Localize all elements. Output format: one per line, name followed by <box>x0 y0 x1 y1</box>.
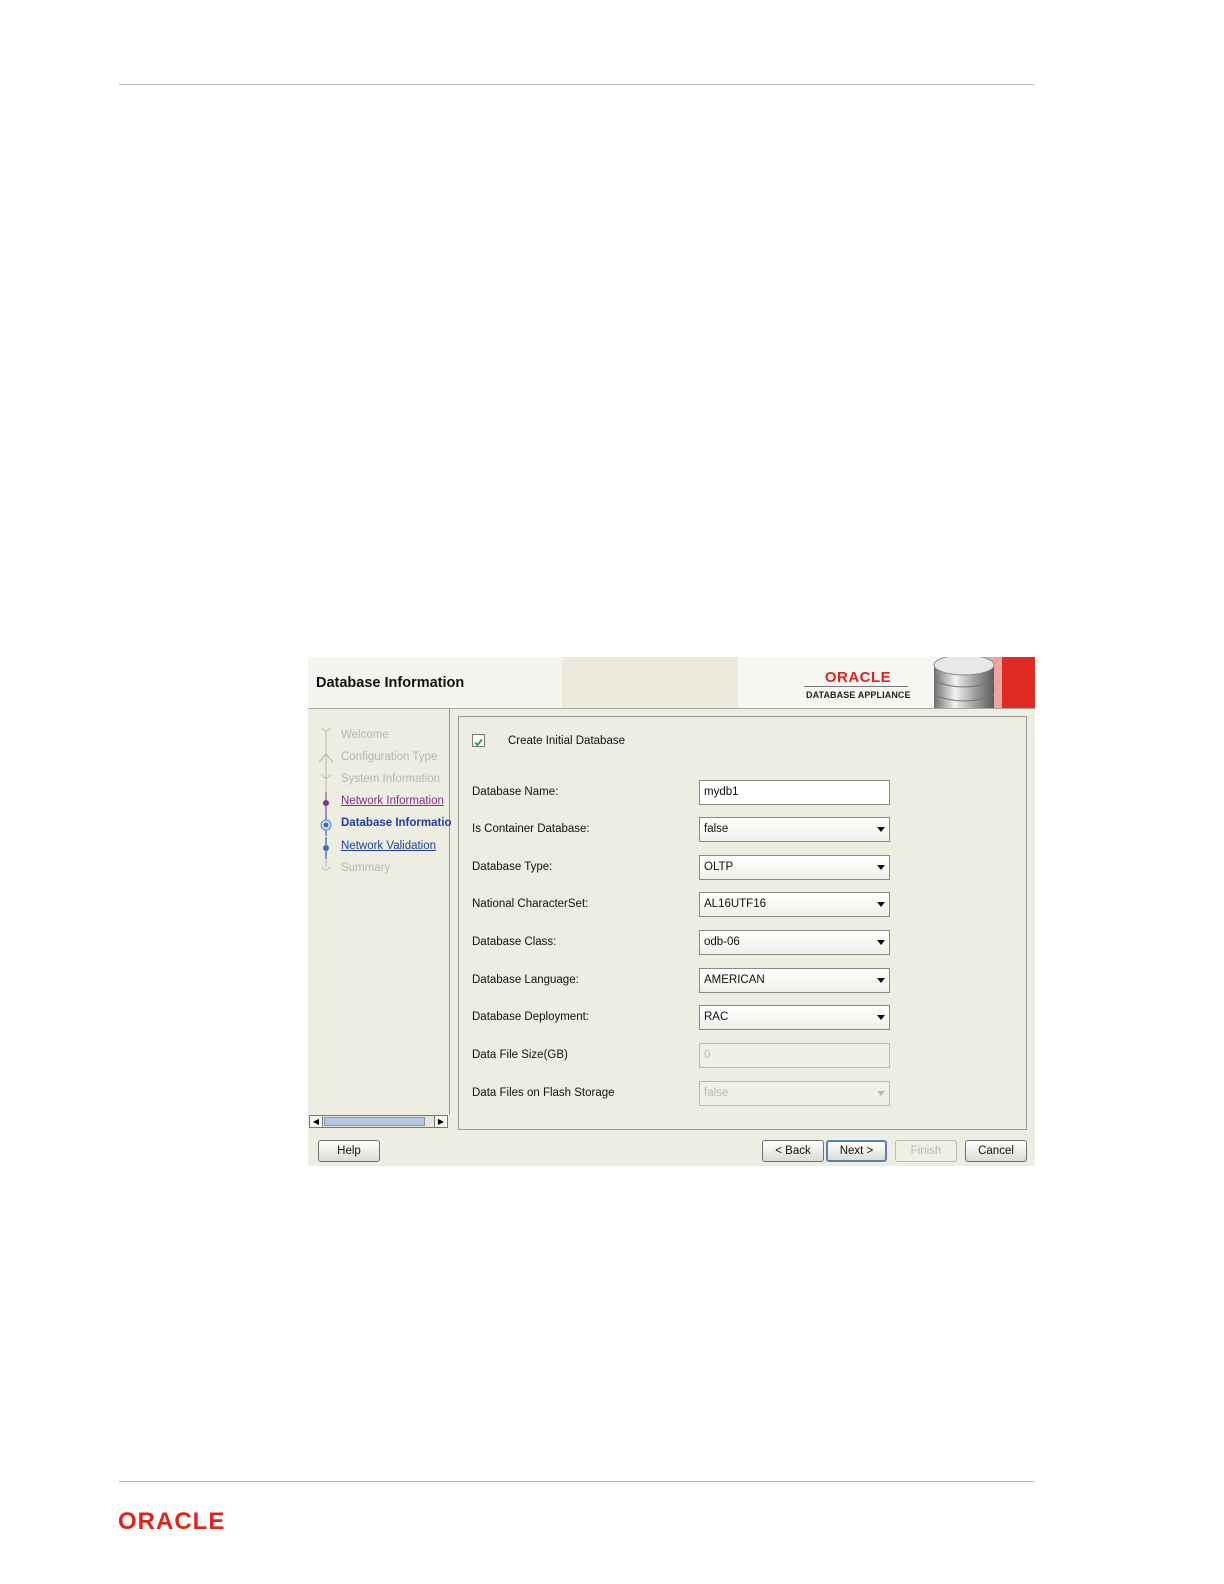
data-files-on-flash-label: Data Files on Flash Storage <box>472 1087 615 1099</box>
svg-text:ORACLE: ORACLE <box>825 669 891 685</box>
header-rule <box>119 84 1034 85</box>
database-deployment-value: RAC <box>704 1011 729 1023</box>
scroll-left-arrow-icon[interactable]: ◀ <box>310 1116 323 1127</box>
data-file-size-label: Data File Size(GB) <box>472 1049 568 1061</box>
create-initial-database-checkbox[interactable] <box>472 734 485 747</box>
brand-subtitle: DATABASE APPLIANCE <box>806 690 911 700</box>
step-current-icon <box>320 814 332 836</box>
is-container-database-select[interactable]: false <box>699 817 890 842</box>
dropdown-arrow-icon <box>877 940 885 945</box>
step-link-icon <box>323 837 329 859</box>
dialog-header: Database Information ORACLE DATABASE APP… <box>308 657 1035 708</box>
is-container-database-label: Is Container Database: <box>472 823 590 835</box>
back-button[interactable]: < Back <box>762 1140 824 1162</box>
nav-item-system-information: System Information <box>341 773 441 785</box>
database-name-input[interactable]: mydb1 <box>699 780 890 805</box>
national-characterset-label: National CharacterSet: <box>472 898 589 910</box>
step-dim-icon <box>321 727 331 748</box>
scroll-right-arrow-icon[interactable]: ▶ <box>434 1116 447 1127</box>
nav-item-configuration-type: Configuration Type <box>341 751 438 763</box>
database-deployment-select[interactable]: RAC <box>699 1005 890 1030</box>
step-dim-icon <box>321 859 331 871</box>
is-container-database-value: false <box>704 823 729 835</box>
dialog-title: Database Information <box>316 675 465 691</box>
step-dim-icon <box>321 770 331 792</box>
finish-button: Finish <box>895 1140 957 1162</box>
national-characterset-select[interactable]: AL16UTF16 <box>699 892 890 917</box>
database-name-label: Database Name: <box>472 786 559 798</box>
database-type-select[interactable]: OLTP <box>699 855 890 880</box>
nav-horizontal-scrollbar[interactable]: ◀ ▶ <box>309 1115 448 1128</box>
svg-text:ORACLE: ORACLE <box>118 1508 225 1534</box>
database-cylinder-icon <box>933 657 1035 708</box>
database-class-label: Database Class: <box>472 936 557 948</box>
database-type-label: Database Type: <box>472 861 553 873</box>
step-branch-icon <box>318 748 334 770</box>
data-files-on-flash-select: false <box>699 1081 890 1106</box>
nav-item-summary: Summary <box>341 862 391 874</box>
oracle-wordmark-logo: ORACLE <box>825 669 891 685</box>
nav-item-network-validation[interactable]: Network Validation <box>341 840 436 852</box>
scroll-thumb[interactable] <box>324 1117 425 1126</box>
database-form-panel: Create Initial Database Database Name: m… <box>458 716 1027 1130</box>
help-button[interactable]: Help <box>318 1140 380 1162</box>
nav-item-database-information: Database Informatio <box>341 817 452 829</box>
database-deployment-label: Database Deployment: <box>472 1011 589 1023</box>
database-language-select[interactable]: AMERICAN <box>699 968 890 993</box>
step-visited-icon <box>323 792 329 814</box>
dropdown-arrow-icon <box>877 902 885 907</box>
create-initial-database-label: Create Initial Database <box>508 735 625 747</box>
database-language-value: AMERICAN <box>704 974 765 986</box>
dropdown-arrow-icon <box>877 865 885 870</box>
oracle-database-appliance-brand: ORACLE DATABASE APPLIANCE <box>804 669 911 703</box>
national-characterset-value: AL16UTF16 <box>704 898 767 910</box>
cancel-button[interactable]: Cancel <box>965 1140 1027 1162</box>
dropdown-arrow-icon <box>877 1091 885 1096</box>
database-language-label: Database Language: <box>472 974 579 986</box>
nav-item-welcome: Welcome <box>341 729 389 741</box>
data-file-size-input: 0 <box>699 1043 890 1068</box>
installer-screenshot: Database Information ORACLE DATABASE APP… <box>308 657 1035 1166</box>
database-class-value: odb-06 <box>704 936 740 948</box>
checkmark-icon <box>474 738 483 747</box>
dropdown-arrow-icon <box>877 1015 885 1020</box>
oracle-footer-logo: ORACLE <box>118 1508 225 1534</box>
next-button[interactable]: Next > <box>826 1140 887 1162</box>
wizard-step-nav: Welcome Configuration Type System Inform… <box>308 709 452 1115</box>
data-files-on-flash-value: false <box>704 1087 729 1099</box>
database-class-select[interactable]: odb-06 <box>699 930 890 955</box>
dropdown-arrow-icon <box>877 978 885 983</box>
dropdown-arrow-icon <box>877 827 885 832</box>
footer-rule <box>119 1481 1034 1482</box>
database-type-value: OLTP <box>704 861 734 873</box>
nav-item-network-information[interactable]: Network Information <box>341 795 444 807</box>
